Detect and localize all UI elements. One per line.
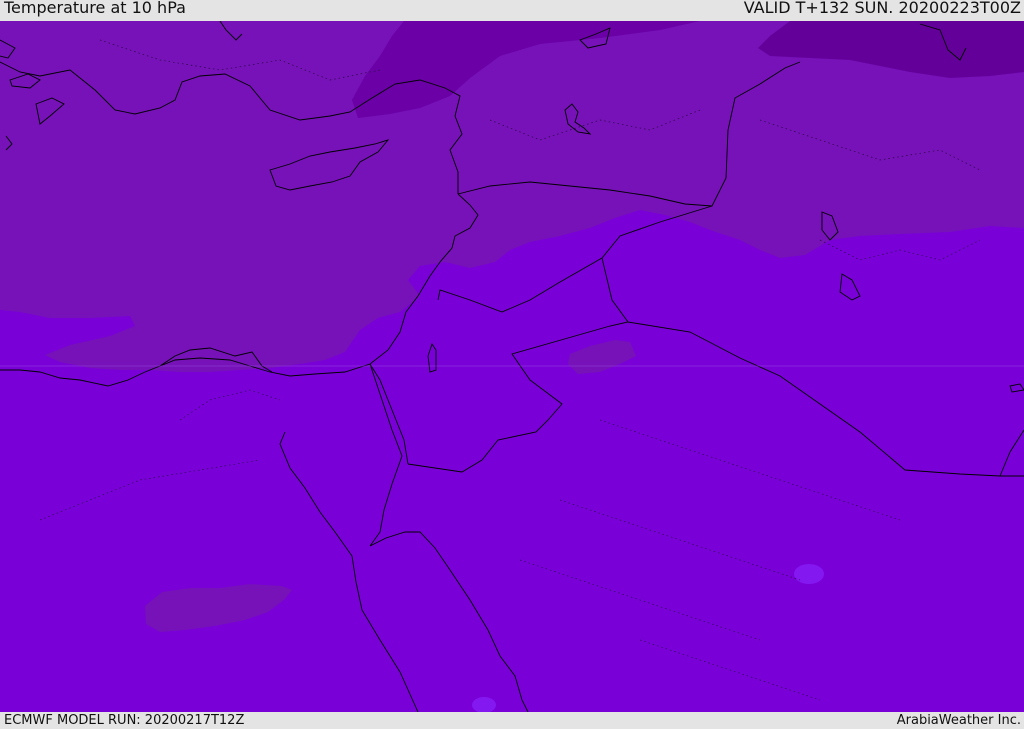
warm-spot-east — [794, 564, 824, 584]
weather-map[interactable] — [0, 21, 1024, 712]
credit-label: ArabiaWeather Inc. — [896, 713, 1021, 728]
header-bar: Temperature at 10 hPa VALID T+132 SUN. 2… — [0, 0, 1024, 21]
map-title: Temperature at 10 hPa — [4, 0, 186, 17]
valid-time: VALID T+132 SUN. 20200223T00Z — [743, 0, 1021, 17]
footer-bar: ECMWF MODEL RUN: 20200217T12Z ArabiaWeat… — [0, 712, 1024, 729]
model-run-label: ECMWF MODEL RUN: 20200217T12Z — [4, 713, 245, 728]
